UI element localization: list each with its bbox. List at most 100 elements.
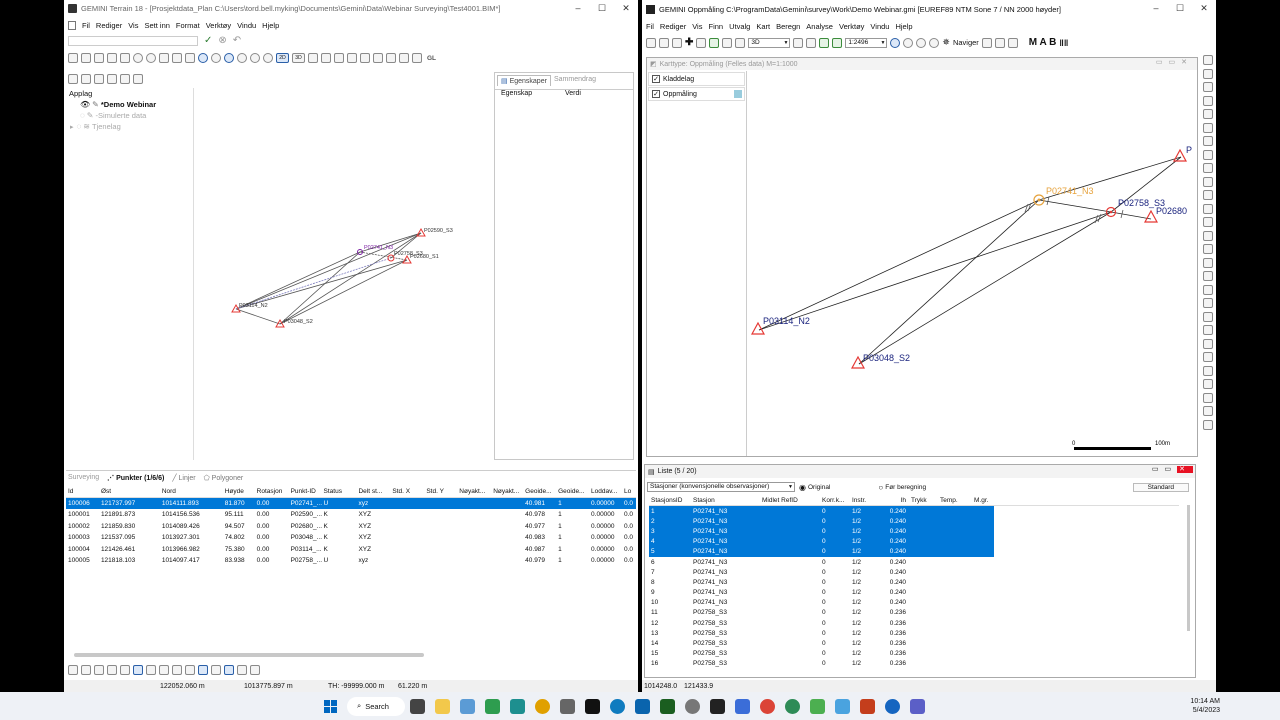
app-gray-icon[interactable]	[560, 698, 575, 714]
station-row[interactable]: 13 P02758_S3 0 1/2 0.236	[649, 628, 994, 638]
layer-item-service[interactable]: ▸ ◌ ≋ Tjenelag	[66, 121, 193, 132]
app-dark-green-icon[interactable]	[660, 698, 675, 714]
radio-before-calc[interactable]: ○ Før beregning	[878, 483, 926, 492]
zoom-out-icon[interactable]	[916, 37, 927, 48]
minimize-button[interactable]: –	[1144, 0, 1168, 16]
menu-vindu[interactable]: Vindu	[870, 22, 889, 31]
navigate-icon[interactable]: ✵	[942, 37, 950, 48]
tab-egenskaper[interactable]: ▤ Egenskaper	[497, 75, 551, 86]
stack-icon[interactable]	[94, 74, 104, 84]
point-icon[interactable]	[237, 53, 247, 63]
layer-item-demo[interactable]: 👁 ✎ *Demo Webinar	[66, 99, 193, 110]
slope-icon[interactable]	[237, 665, 247, 675]
gl-button[interactable]: GL	[427, 55, 436, 62]
vtool-icon[interactable]	[1202, 176, 1213, 187]
maximize-button[interactable]: ☐	[590, 0, 614, 16]
col-header[interactable]: Geoide...	[523, 488, 556, 495]
menu-fil[interactable]: Fil	[82, 21, 90, 30]
vtool-icon[interactable]	[1202, 55, 1213, 65]
view-2d-button[interactable]: 2D	[276, 53, 289, 63]
vtool-icon[interactable]	[1202, 230, 1213, 241]
menu-vis[interactable]: Vis	[128, 21, 138, 30]
menu-utvalg[interactable]: Utvalg	[729, 22, 750, 31]
table-row[interactable]: 100003 121537.095 1013927.301 74.802 0.00 P03…	[66, 532, 636, 544]
col-header[interactable]: Punkt-ID	[289, 488, 322, 495]
col-header[interactable]: Høyde	[223, 488, 255, 495]
cursor-icon[interactable]	[198, 665, 208, 675]
globe-icon[interactable]	[890, 37, 901, 48]
app-green-icon[interactable]	[485, 698, 500, 714]
col-header[interactable]: Id	[66, 488, 99, 495]
add-icon[interactable]	[198, 53, 208, 63]
checkbox-checked-icon[interactable]: ✓	[652, 90, 660, 98]
table-tool-icon[interactable]	[107, 665, 117, 675]
menu-finn[interactable]: Finn	[708, 22, 723, 31]
people-icon[interactable]: ǁǁ	[1059, 38, 1068, 48]
zoom-in-icon[interactable]	[903, 37, 914, 48]
map-marker-p02590[interactable]	[1172, 148, 1188, 162]
station-row[interactable]: 4 P02741_N3 0 1/2 0.240	[649, 536, 994, 547]
checkbox-checked-icon[interactable]: ✓	[652, 75, 660, 83]
search-box[interactable]: ⌕ Search	[347, 696, 405, 716]
open-icon[interactable]	[81, 53, 91, 63]
col-header[interactable]: Temp.	[938, 497, 972, 504]
circle-icon[interactable]	[250, 53, 260, 63]
sun-icon[interactable]	[981, 37, 992, 48]
menu-beregn[interactable]: Beregn	[776, 22, 800, 31]
pencil-icon[interactable]: ✎	[92, 100, 99, 109]
vtool-icon[interactable]	[1202, 244, 1213, 254]
standard-button[interactable]: Standard	[1132, 482, 1189, 492]
axis-icon[interactable]	[185, 665, 195, 675]
table-row[interactable]: 100002 121859.830 1014089.426 94.507 0.00 P02…	[66, 521, 636, 533]
navigate-button[interactable]: Naviger	[953, 38, 979, 47]
profile-icon[interactable]	[334, 53, 344, 63]
pan-icon[interactable]	[146, 53, 156, 63]
vtool-icon[interactable]	[1202, 271, 1213, 281]
pencil-icon[interactable]: ✎	[87, 111, 94, 120]
menu-vindu[interactable]: Vindu	[237, 21, 256, 30]
app-globe-icon[interactable]	[785, 698, 800, 714]
col-header[interactable]: Status	[322, 488, 357, 495]
station-row[interactable]: 2 P02741_N3 0 1/2 0.240	[649, 516, 994, 527]
col-header[interactable]: Nøyakt...	[491, 488, 523, 495]
vtool-icon[interactable]	[1202, 298, 1213, 308]
col-header[interactable]: Instr.	[850, 497, 880, 504]
table-row[interactable]: 100006 121737.997 1014111.893 81.870 0.00 P02…	[66, 497, 636, 509]
cancel-icon[interactable]: ⊗	[218, 35, 226, 46]
vtool-icon[interactable]	[1202, 352, 1213, 362]
layer-icon[interactable]	[107, 53, 117, 63]
app-circle-icon[interactable]	[885, 698, 900, 714]
list-scrollbar[interactable]	[1187, 505, 1190, 631]
close-button[interactable]: ✕	[614, 0, 638, 16]
radio-original[interactable]: ◉ Original	[799, 483, 830, 492]
table-icon[interactable]	[120, 74, 130, 84]
flag-layer-icon[interactable]	[133, 74, 143, 84]
col-header[interactable]: Øst	[99, 488, 160, 495]
col-header[interactable]: Nøyakt...	[457, 488, 491, 495]
outlook-icon[interactable]	[635, 698, 650, 714]
hidden-icon[interactable]: ◌	[77, 122, 82, 131]
gemini-survey-icon[interactable]	[810, 698, 825, 714]
vtool-icon[interactable]	[1202, 68, 1213, 79]
station-row[interactable]: 12 P02758_S3 0 1/2 0.236	[649, 618, 994, 628]
vtool-icon[interactable]	[1202, 136, 1213, 146]
view-select[interactable]: 3D ▼	[748, 37, 791, 48]
col-header[interactable]: Stasjon	[691, 497, 760, 504]
col-header[interactable]: Korr.k...	[820, 497, 850, 504]
col-header[interactable]: Std. X	[390, 488, 424, 495]
table-row[interactable]: 100005 121818.103 1014097.417 83.938 0.00 P02…	[66, 555, 636, 567]
menu-verktoy[interactable]: Verktøy	[839, 22, 864, 31]
hand-icon[interactable]	[994, 37, 1005, 48]
list-window-controls[interactable]: ▭▭ ✕	[1152, 465, 1193, 473]
vtool-icon[interactable]	[1202, 95, 1213, 106]
grid-icon[interactable]	[709, 37, 720, 48]
points-tool-icon[interactable]	[133, 665, 143, 675]
check-icon[interactable]: ✓	[204, 35, 212, 46]
col-header[interactable]: Loddav...	[589, 488, 622, 495]
measure-icon[interactable]	[185, 53, 195, 63]
menu-format[interactable]: Format	[176, 21, 200, 30]
layer-oppmaling[interactable]: ✓ Oppmåling	[648, 87, 745, 101]
chart-icon[interactable]	[146, 665, 156, 675]
vtool-icon[interactable]	[1202, 311, 1213, 322]
edit-field[interactable]	[68, 35, 198, 46]
